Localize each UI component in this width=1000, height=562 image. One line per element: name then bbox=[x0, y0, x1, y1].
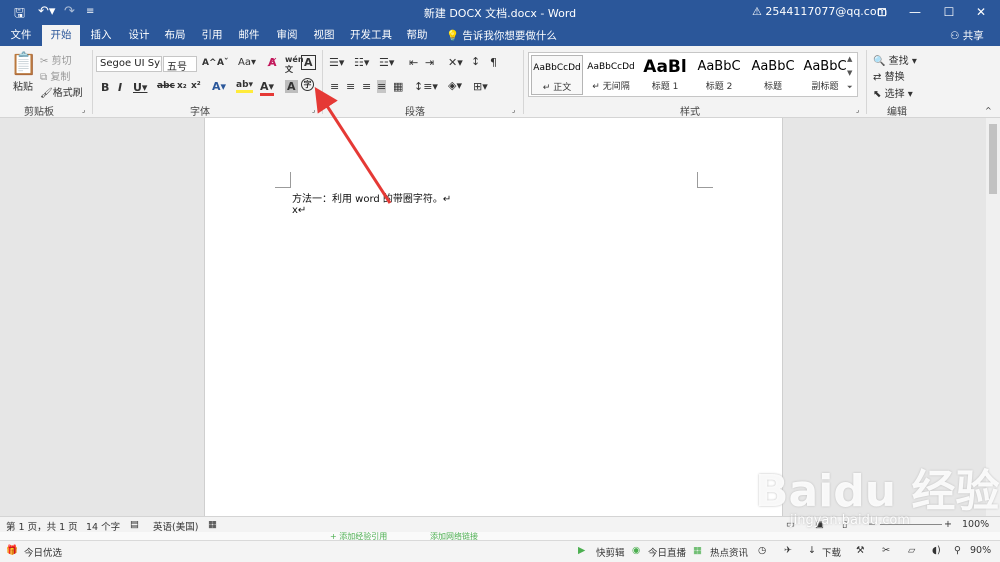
hot-news-label[interactable]: 热点资讯 bbox=[710, 545, 748, 559]
language-status[interactable]: 英语(美国) bbox=[153, 519, 198, 533]
quick-clip-label[interactable]: 快剪辑 bbox=[596, 545, 625, 559]
download-label[interactable]: 下载 bbox=[822, 545, 841, 559]
news-icon: ▦ bbox=[693, 545, 702, 556]
live-icon: ◉ bbox=[632, 545, 641, 556]
plane-icon[interactable]: ✈ bbox=[784, 545, 792, 556]
macro-icon[interactable]: ▦ bbox=[208, 519, 217, 530]
word-count[interactable]: 14 个字 bbox=[86, 519, 120, 533]
zoom-in-icon[interactable]: + bbox=[944, 519, 952, 530]
browser-zoom[interactable]: 90% bbox=[970, 545, 991, 556]
page-count[interactable]: 第 1 页，共 1 页 bbox=[6, 519, 78, 533]
video-icon: ▶ bbox=[578, 545, 586, 556]
zoom-level[interactable]: 100% bbox=[962, 519, 989, 530]
browser-status-bar: 🎁 今日优选 ▶ 快剪辑 ◉ 今日直播 ▦ 热点资讯 ◷ ✈ ↓ 下载 ⚒ ✂ … bbox=[0, 540, 1000, 562]
phone-icon[interactable]: ▱ bbox=[908, 545, 915, 556]
screenshot-icon[interactable]: ✂ bbox=[882, 545, 890, 556]
baidu-watermark-url: jingyan.baidu.com bbox=[790, 513, 910, 528]
today-live-label[interactable]: 今日直播 bbox=[648, 545, 686, 559]
browser-strip: + 添加经验引用 添加网络链接 bbox=[0, 532, 1000, 541]
zoom-search-icon: ⚲ bbox=[954, 545, 961, 556]
sound-icon[interactable]: ◖) bbox=[932, 545, 941, 556]
baidu-watermark: Baidu 经验 bbox=[755, 466, 1000, 517]
proofing-icon[interactable]: ▤ bbox=[130, 519, 139, 530]
download-icon: ↓ bbox=[808, 545, 816, 556]
today-picks-label[interactable]: 今日优选 bbox=[24, 545, 62, 559]
gift-icon: 🎁 bbox=[6, 545, 18, 556]
fix-icon[interactable]: ⚒ bbox=[856, 545, 865, 556]
speed-icon[interactable]: ◷ bbox=[758, 545, 766, 556]
